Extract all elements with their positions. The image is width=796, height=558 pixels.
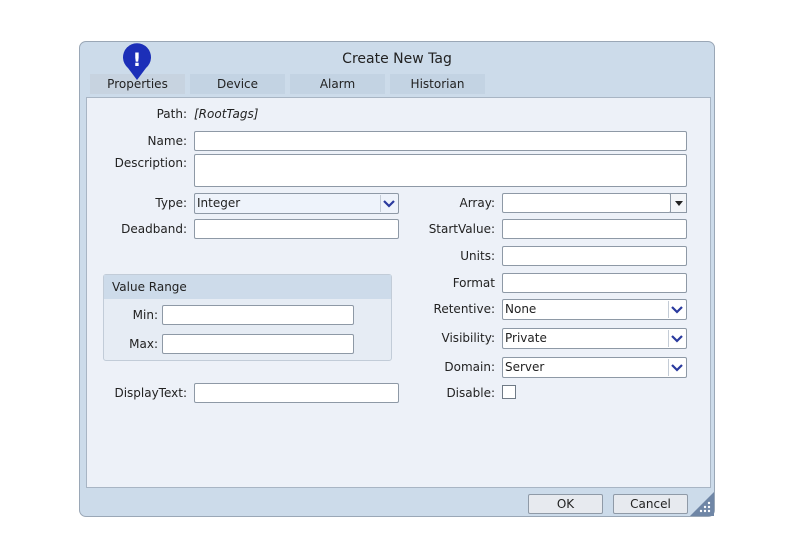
value-range-header: Value Range (104, 275, 391, 299)
type-value: Integer (197, 196, 241, 210)
tab-historian[interactable]: Historian (390, 74, 485, 94)
type-select[interactable]: Integer (194, 193, 399, 214)
visibility-label: Visibility: (441, 331, 495, 345)
retentive-label: Retentive: (433, 302, 495, 316)
startvalue-label: StartValue: (428, 222, 495, 236)
retentive-select[interactable]: None (502, 299, 687, 320)
ok-button[interactable]: OK (528, 494, 603, 514)
type-label: Type: (155, 196, 187, 210)
deadband-input[interactable] (194, 219, 399, 239)
chevron-down-icon[interactable] (668, 330, 685, 347)
domain-value: Server (505, 360, 545, 374)
domain-select[interactable]: Server (502, 357, 687, 378)
cancel-button[interactable]: Cancel (613, 494, 688, 514)
name-input[interactable] (194, 131, 687, 151)
caret-down-icon (674, 200, 683, 206)
displaytext-input[interactable] (194, 383, 399, 403)
description-input[interactable] (194, 154, 687, 187)
path-value: [RootTags] (194, 107, 259, 121)
displaytext-label: DisplayText: (114, 386, 187, 400)
alert-glyph: ! (133, 49, 142, 71)
value-range-title: Value Range (112, 280, 187, 294)
tab-device[interactable]: Device (190, 74, 285, 94)
max-label: Max: (129, 337, 158, 351)
name-label: Name: (147, 134, 187, 148)
create-new-tag-dialog: Create New Tag Properties Device Alarm H… (79, 41, 715, 517)
chevron-down-icon[interactable] (668, 301, 685, 318)
array-dropdown-button[interactable] (670, 193, 687, 213)
description-label: Description: (114, 156, 187, 170)
min-label: Min: (132, 308, 158, 322)
array-input[interactable] (502, 193, 671, 213)
chevron-down-icon[interactable] (380, 195, 397, 212)
visibility-value: Private (505, 331, 547, 345)
visibility-select[interactable]: Private (502, 328, 687, 349)
min-input[interactable] (162, 305, 354, 325)
disable-label: Disable: (446, 386, 495, 400)
chevron-down-icon[interactable] (668, 359, 685, 376)
units-input[interactable] (502, 246, 687, 266)
disable-checkbox[interactable] (502, 385, 516, 399)
alert-pin-icon: ! (122, 42, 152, 82)
dialog-title: Create New Tag (342, 51, 452, 67)
resize-grip-icon[interactable] (690, 492, 714, 516)
value-range-group: Value Range Min: Max: (103, 274, 392, 361)
format-label: Format (452, 276, 495, 290)
deadband-label: Deadband: (121, 222, 187, 236)
tab-alarm[interactable]: Alarm (290, 74, 385, 94)
array-label: Array: (459, 196, 496, 210)
path-label: Path: (156, 107, 187, 121)
units-label: Units: (460, 249, 495, 263)
retentive-value: None (505, 302, 537, 316)
format-input[interactable] (502, 273, 687, 293)
startvalue-input[interactable] (502, 219, 687, 239)
properties-panel: Path: [RootTags] Name: Description: Type… (86, 97, 711, 488)
max-input[interactable] (162, 334, 354, 354)
domain-label: Domain: (444, 360, 495, 374)
